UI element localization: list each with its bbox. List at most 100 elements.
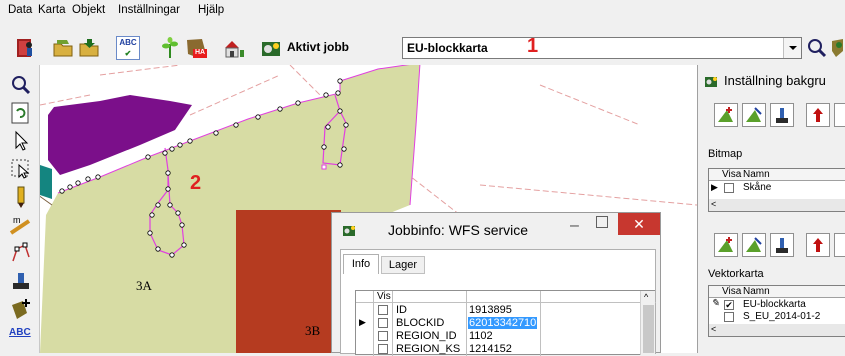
table-row[interactable]: S_EU_2014-01-2 [709,311,845,323]
table-row[interactable]: ID 1913895 [356,304,540,316]
abc-label-tool[interactable]: ABC [9,327,33,351]
scrollbar[interactable]: < [709,199,845,211]
menu-karta[interactable]: Karta [38,4,66,16]
exit-icon[interactable] [14,36,38,60]
add-object-icon[interactable] [9,297,33,321]
checkbox-checked[interactable]: ✔ [724,300,734,310]
remove-bitmap-button[interactable] [770,103,794,127]
vector-move-up-button[interactable] [806,233,830,257]
table-row[interactable]: ✎ ✔ EU-blockkarta [709,298,845,311]
layer-name: S_EU_2014-01-2 [743,311,821,322]
scrollbar-thumb[interactable] [643,305,654,353]
layer-select[interactable]: EU-blockkarta [402,37,802,59]
chevron-left-icon[interactable]: < [711,199,716,209]
parcel-label-3a: 3A [136,278,152,293]
selected-vertex[interactable] [321,164,327,170]
table-row[interactable]: ▶ Skåne [709,182,845,194]
abc-label-button[interactable]: ABC ✔ [116,36,140,60]
layer-name: EU-blockkarta [743,299,806,310]
active-job-label[interactable]: Aktivt jobb [287,40,349,54]
checkbox[interactable] [724,312,734,322]
col-namn: Namn [743,286,770,297]
menu-data[interactable]: Data [8,4,32,16]
bitmap-table: Visa Namn ▶ Skåne < [708,168,845,212]
chevron-up-icon[interactable]: ^ [644,292,648,302]
col-namn: Namn [743,169,770,180]
stamp-icon[interactable] [9,269,33,293]
select-rect-icon[interactable] [9,157,33,181]
current-row-icon: ▶ [359,317,366,327]
chevron-down-icon[interactable] [783,38,801,58]
refresh-icon[interactable] [9,101,33,125]
table-row[interactable]: REGION_ID 1102 [356,330,540,342]
checkbox[interactable] [378,331,388,341]
field-value-selected[interactable]: 62013342710 [468,317,538,329]
menu-objekt[interactable]: Objekt [72,4,105,16]
pointer-icon[interactable] [9,129,33,153]
measure-icon[interactable]: m [9,213,33,237]
edit-layer-icon [746,107,762,122]
dialog-titlebar[interactable]: Jobbinfo: WFS service – ✕ [332,213,660,245]
tab-info[interactable]: Info [343,254,379,274]
edit-bitmap-button[interactable] [742,103,766,127]
annotation-1: 1 [527,35,539,57]
field-name: BLOCKID [396,317,445,329]
checkbox[interactable] [378,318,388,328]
background-settings-panel: Inställning bakgru Bitmap Visa Namn ▶ Sk… [697,65,845,353]
chevron-left-icon[interactable]: < [711,324,716,334]
remove-vector-button[interactable] [770,233,794,257]
zoom-icon[interactable] [9,73,33,97]
ha-area-button[interactable]: HA [184,36,208,60]
maximize-icon[interactable] [596,216,608,228]
checkbox[interactable] [724,183,734,193]
save-folder-icon[interactable] [78,36,102,60]
move-up-button[interactable] [806,103,830,127]
abc-label-text: ABC [119,38,137,47]
scrollbar[interactable]: ^ [640,291,655,355]
map-pin-icon[interactable] [830,37,845,59]
close-button[interactable]: ✕ [618,213,660,235]
open-folder-icon[interactable] [52,36,76,60]
checkbox[interactable] [378,305,388,315]
teal-parcel[interactable] [40,165,52,199]
layer-name: Skåne [743,182,772,193]
annotation-2: 2 [190,172,202,194]
add-vector-button[interactable] [714,233,738,257]
scrollbar[interactable]: < [709,324,845,336]
ha-text: HA [195,49,206,56]
bitmap-toolbar [714,103,845,131]
area-icon [187,39,207,58]
job-icon[interactable] [260,36,284,60]
attribute-grid: Vis ID 1913895 ▶ BLOCKID 62013342710 REG… [355,290,656,356]
job-icon [343,226,355,236]
search-icon[interactable] [806,37,828,59]
node-edit-icon[interactable] [9,241,33,265]
stamp-icon [776,108,788,123]
menu-hjalp[interactable]: Hjälp [198,4,224,16]
panel-title: Inställning bakgru [724,73,826,88]
plant-icon[interactable] [158,36,182,60]
edit-layer-icon [746,237,762,252]
vector-label: Vektorkarta [708,268,764,280]
menu-installningar[interactable]: Inställningar [118,4,180,16]
table-row[interactable]: ▶ BLOCKID 62013342710 [356,317,540,329]
field-value: 1102 [469,330,493,342]
add-layer-icon [718,107,733,122]
minimize-icon[interactable]: – [570,217,579,235]
add-bitmap-button[interactable] [714,103,738,127]
parcel-label-3b: 3B [305,323,321,338]
tab-lager[interactable]: Lager [381,256,425,274]
map-settings-icon [705,77,717,87]
edit-vector-button[interactable] [742,233,766,257]
tab-panel: Info Lager Vis ID 1913895 ▶ BLOCKID 6201… [340,249,656,356]
pen-icon[interactable] [9,185,33,209]
svg-text:m: m [13,215,21,225]
field-name: REGION_KS [396,343,461,355]
move-down-button[interactable] [834,103,845,127]
tab-info-label: Info [351,258,371,270]
stamp-icon [776,238,788,253]
table-row[interactable]: REGION_KS 1214152 [356,343,540,355]
red-parcel[interactable] [236,210,341,353]
vector-move-down-button[interactable] [834,233,845,257]
farm-icon[interactable] [222,36,246,60]
